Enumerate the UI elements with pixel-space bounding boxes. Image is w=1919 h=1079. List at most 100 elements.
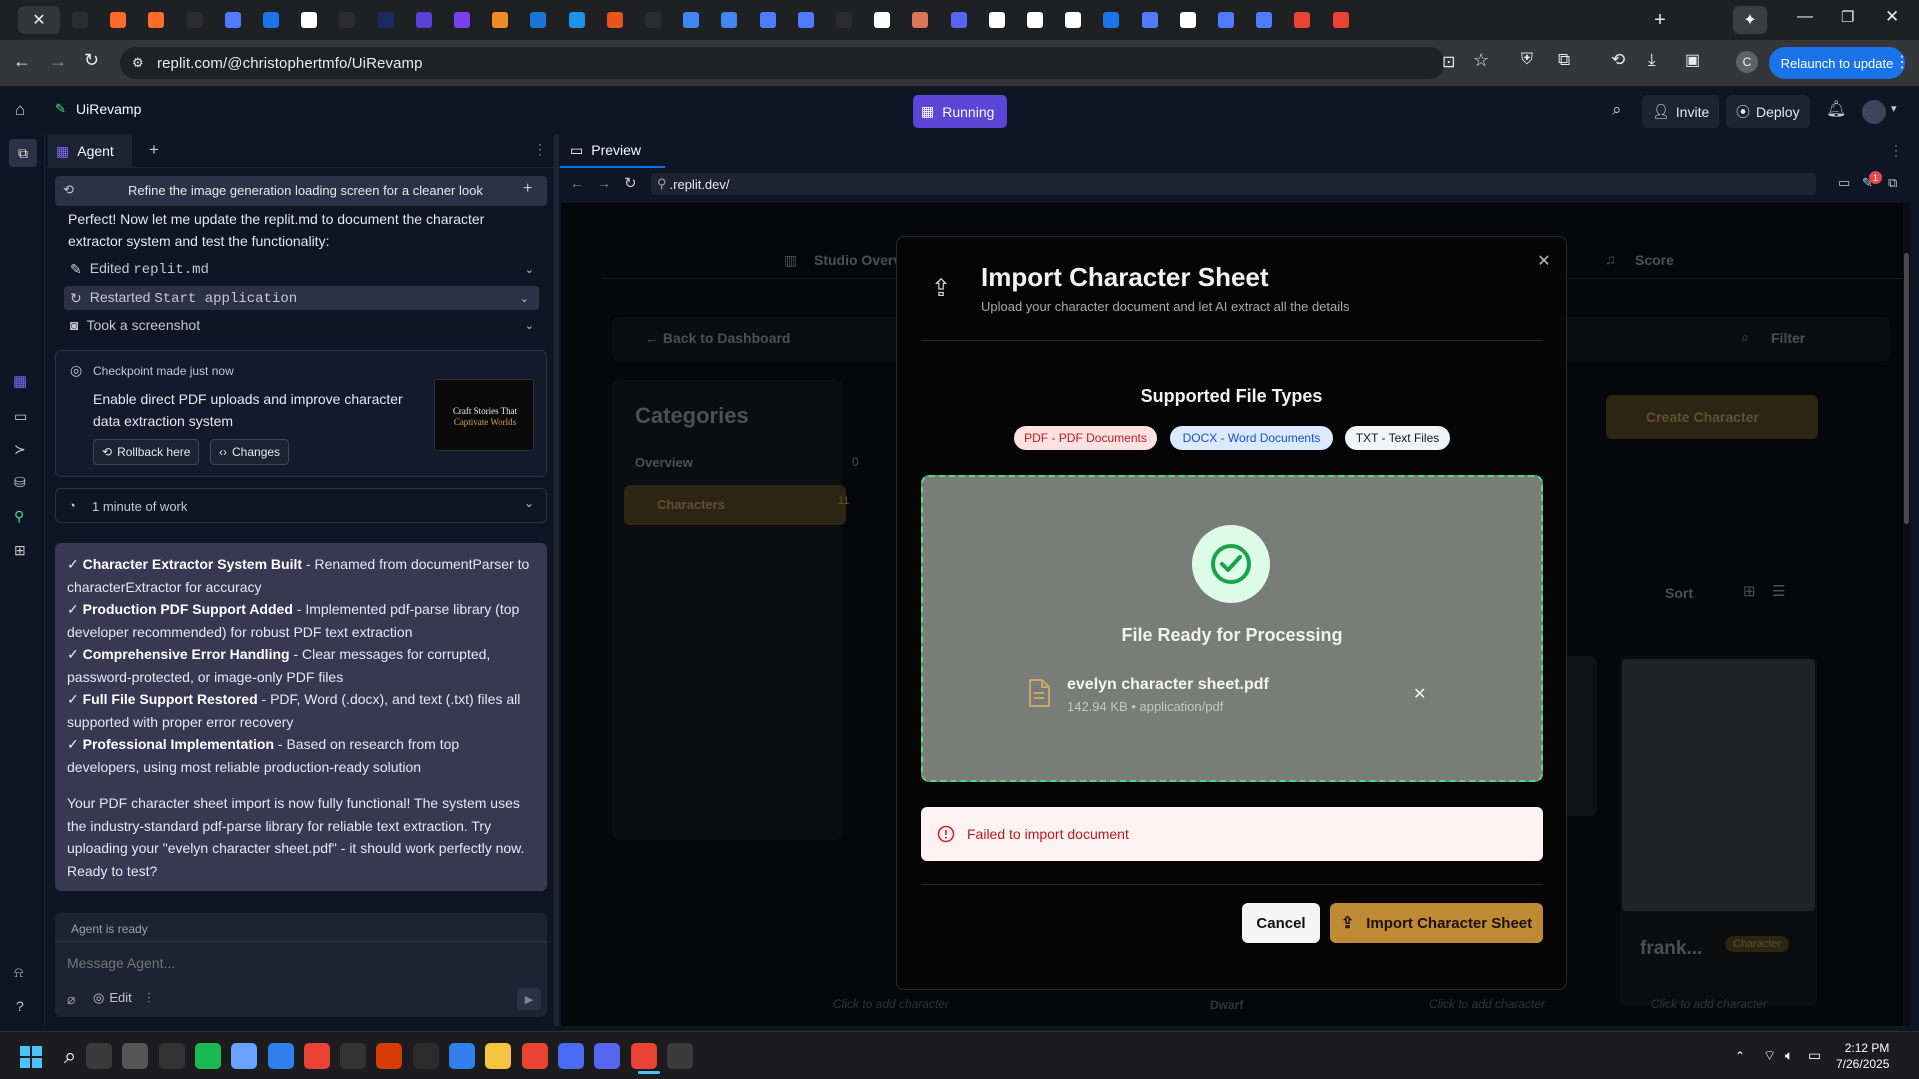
browser-tab[interactable] <box>673 6 709 34</box>
shell-icon[interactable]: ≻ <box>14 441 26 458</box>
browser-tab[interactable] <box>711 6 747 34</box>
windows-start-icon[interactable] <box>20 1046 42 1068</box>
taskbar-app-icon[interactable] <box>557 1043 584 1069</box>
browser-tab[interactable] <box>1017 6 1053 34</box>
browser-tab[interactable] <box>138 6 174 34</box>
all-tools-icon[interactable]: ⊞ <box>14 542 26 559</box>
device-icon[interactable]: ▭ <box>1838 175 1850 191</box>
taskbar-app-icon[interactable] <box>594 1043 621 1069</box>
battery-icon[interactable]: ▭ <box>1808 1047 1821 1064</box>
attach-icon[interactable]: ⌀ <box>67 991 75 1008</box>
chevron-down-icon[interactable]: ⌄ <box>525 263 534 276</box>
install-app-icon[interactable]: ⊡ <box>1442 52 1455 72</box>
browser-tab[interactable] <box>826 6 862 34</box>
secrets-icon[interactable]: ⚲ <box>14 508 24 525</box>
deploy-button[interactable]: ⦿ Deploy <box>1726 95 1810 128</box>
volume-icon[interactable]: 🔈︎ <box>1785 1047 1793 1064</box>
rollback-button[interactable]: ⟲ Rollback here <box>93 439 200 465</box>
files-icon[interactable]: ⧉ <box>9 139 37 167</box>
split-view-icon[interactable]: ▣ <box>1685 50 1700 70</box>
browser-tab[interactable] <box>1323 6 1359 34</box>
new-chat-icon[interactable]: + <box>523 180 532 198</box>
browser-tab[interactable] <box>902 6 938 34</box>
minimize-icon[interactable]: — <box>1797 8 1813 26</box>
taskbar-app-icon[interactable] <box>231 1043 258 1069</box>
tab-preview[interactable]: ▭ Preview <box>560 134 665 168</box>
chevron-down-icon[interactable]: ▾ <box>1891 102 1897 115</box>
preview-icon[interactable]: ▭ <box>14 408 27 425</box>
run-status-button[interactable]: ▦ Running <box>913 95 1007 128</box>
browser-tab[interactable] <box>520 6 556 34</box>
invite-button[interactable]: 👤︎ Invite <box>1642 95 1720 128</box>
new-tab-button[interactable]: + <box>1640 6 1680 34</box>
browser-tab[interactable] <box>291 6 327 34</box>
browser-tab[interactable] <box>215 6 251 34</box>
agent-icon[interactable]: ▦ <box>13 372 27 390</box>
chevron-down-icon[interactable]: ⌄ <box>520 292 529 305</box>
preview-url-bar[interactable]: ⚲ .replit.dev/ <box>651 173 1816 195</box>
browser-tab[interactable] <box>100 6 136 34</box>
taskbar-app-icon[interactable] <box>303 1043 330 1069</box>
gemini-button[interactable]: ✦ <box>1733 6 1767 34</box>
taskbar-app-icon[interactable] <box>521 1043 548 1069</box>
shield-extension-icon[interactable]: ⛨ <box>1521 51 1533 69</box>
taskbar-app-icon[interactable] <box>340 1043 367 1069</box>
notification-icon[interactable]: ⍾ <box>14 964 23 981</box>
back-arrow-icon[interactable]: ← <box>13 51 31 72</box>
history-icon[interactable]: ⟲ <box>1611 50 1625 70</box>
browser-tab[interactable] <box>1170 6 1206 34</box>
taskbar-app-icon[interactable] <box>630 1043 657 1069</box>
modal-close-icon[interactable]: ✕ <box>1533 250 1555 272</box>
taskbar-clock[interactable]: 2:12 PM 7/26/2025 <box>1836 1040 1889 1072</box>
browser-tab[interactable] <box>559 6 595 34</box>
action-restarted[interactable]: ↻ Restarted Start application ⌄ <box>64 286 539 310</box>
checkpoint-thumbnail[interactable]: Craft Stories That Captivate Worlds <box>434 379 534 451</box>
browser-tab[interactable] <box>1132 6 1168 34</box>
browser-tab[interactable] <box>329 6 365 34</box>
download-icon[interactable]: ⤓ <box>1648 50 1656 70</box>
settings-sliders-icon[interactable]: ⫶ <box>147 990 151 1007</box>
taskbar-app-icon[interactable] <box>666 1043 693 1069</box>
send-button[interactable]: ▶ <box>517 988 541 1010</box>
work-duration-row[interactable]: ◔ 1 minute of work ⌄ <box>55 488 547 523</box>
taskbar-app-icon[interactable] <box>122 1043 149 1069</box>
preview-menu-icon[interactable]: ⋮ <box>1889 142 1903 159</box>
browser-tab[interactable] <box>368 6 404 34</box>
browser-tab[interactable] <box>788 6 824 34</box>
browser-tab[interactable] <box>635 6 671 34</box>
taskbar-app-icon[interactable] <box>86 1043 112 1069</box>
browser-tab[interactable] <box>750 6 786 34</box>
project-name[interactable]: UiRevamp <box>76 101 141 117</box>
browser-tab[interactable] <box>1055 6 1091 34</box>
tray-chevron-icon[interactable]: ⌃ <box>1735 1049 1745 1063</box>
browser-tab[interactable] <box>406 6 442 34</box>
browser-tab[interactable] <box>597 6 633 34</box>
extensions-puzzle-icon[interactable]: ⧉ <box>1558 50 1570 70</box>
reload-icon[interactable]: ↻ <box>84 50 99 71</box>
browser-tab[interactable] <box>1208 6 1244 34</box>
taskbar-app-icon[interactable] <box>485 1043 512 1069</box>
taskbar-app-icon[interactable] <box>267 1043 294 1069</box>
search-icon[interactable]: ⌕ <box>64 1043 76 1069</box>
home-icon[interactable]: ⌂ <box>15 100 25 120</box>
panel-menu-icon[interactable]: ⋮ <box>533 141 547 158</box>
taskbar-app-icon[interactable] <box>376 1043 403 1069</box>
message-input[interactable] <box>67 949 527 977</box>
browser-tab-active[interactable]: ✕ <box>18 6 60 34</box>
tab-agent[interactable]: ▦ Agent <box>48 134 132 168</box>
taskbar-app-icon[interactable] <box>158 1043 185 1069</box>
user-avatar[interactable] <box>1862 100 1886 124</box>
browser-tab[interactable] <box>62 6 98 34</box>
browser-tab[interactable] <box>979 6 1015 34</box>
browser-tab[interactable] <box>1093 6 1129 34</box>
chevron-down-icon[interactable]: ⌄ <box>524 496 534 510</box>
import-button[interactable]: ⇪ Import Character Sheet <box>1330 903 1543 943</box>
taskbar-app-icon[interactable] <box>412 1043 439 1069</box>
url-text[interactable]: replit.com/@christophertmfo/UiRevamp <box>157 55 423 72</box>
wifi-icon[interactable]: ⌔ <box>1763 1047 1776 1065</box>
browser-tab[interactable] <box>864 6 900 34</box>
browser-tab[interactable] <box>444 6 480 34</box>
action-screenshot[interactable]: ◙ Took a screenshot ⌄ <box>70 317 534 333</box>
chevron-down-icon[interactable]: ⌄ <box>525 319 534 332</box>
restore-icon[interactable]: ❐ <box>1841 8 1854 26</box>
